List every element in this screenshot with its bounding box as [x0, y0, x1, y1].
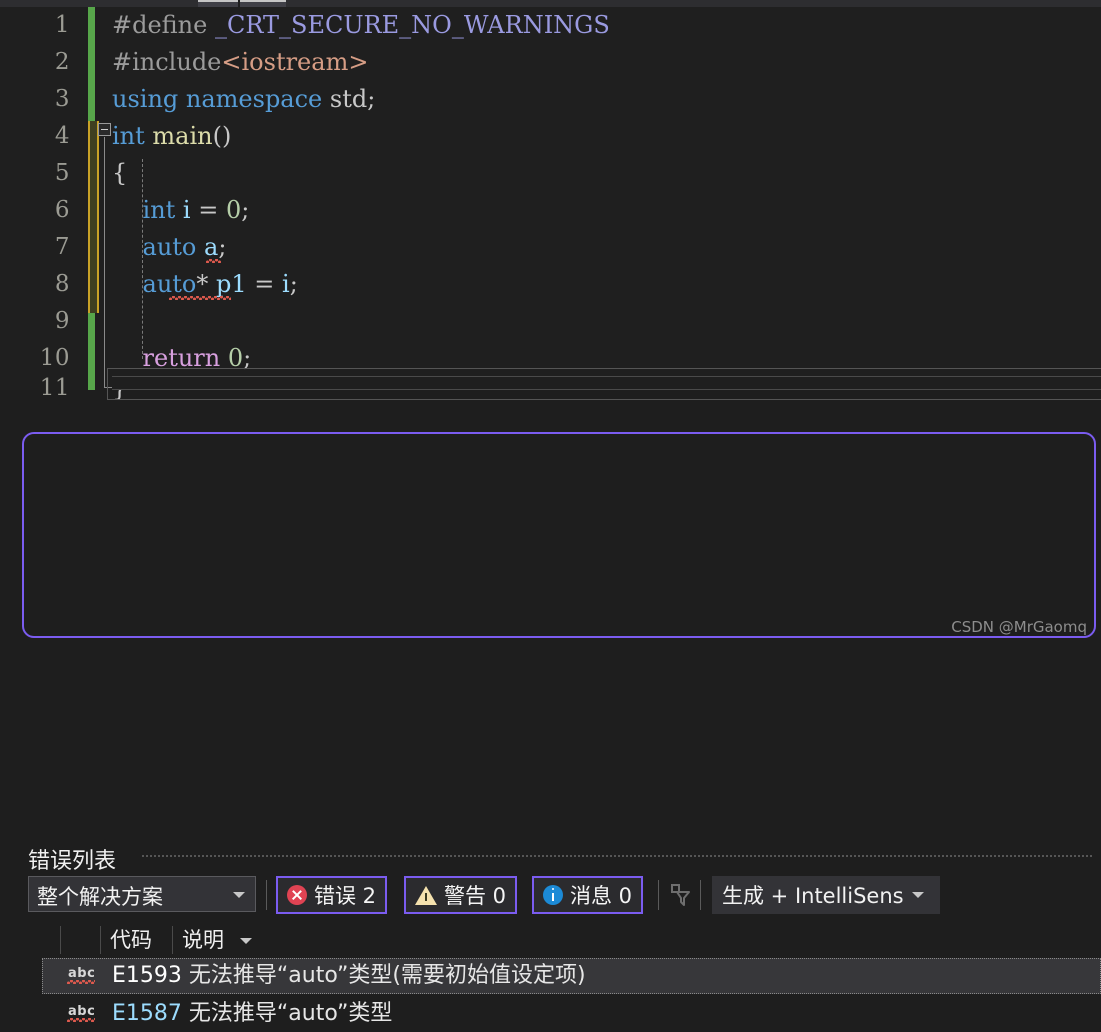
change-bar-unsaved	[88, 121, 99, 313]
column-separator	[60, 926, 61, 954]
column-separator	[100, 926, 101, 954]
error-row-code: E1587	[112, 1001, 182, 1026]
error-squiggle	[169, 296, 231, 300]
code-line: #include<iostream>	[112, 48, 369, 76]
error-list-column-headers: 代码 说明	[0, 924, 1101, 956]
error-list-title: 错误列表	[28, 849, 117, 874]
line-number: 2	[54, 49, 70, 75]
watermark: CSDN @MrGaomq	[951, 618, 1087, 636]
code-line: {	[112, 159, 128, 187]
error-list-toolbar: 整个解决方案 错误 2 警告 0 消息 0 生成 + IntelliSens	[0, 876, 1101, 918]
code-text-area[interactable]: #define _CRT_SECURE_NO_WARNINGS #include…	[107, 7, 1101, 402]
scope-filter-dropdown[interactable]: 整个解决方案	[28, 876, 256, 912]
code-line: using namespace std;	[112, 85, 376, 113]
editor-tab-strip	[0, 0, 1101, 7]
editor-horizontal-scrollbar[interactable]	[112, 376, 1101, 390]
panel-title-rail	[142, 855, 1093, 859]
line-number: 6	[54, 197, 70, 223]
change-bar-saved	[88, 7, 95, 121]
build-filter-value: 生成 + IntelliSens	[722, 884, 904, 908]
error-row-text: E1587 无法推导“auto”类型	[112, 996, 392, 1032]
error-row-description: 无法推导“auto”类型	[188, 1001, 393, 1026]
line-number: 1	[54, 12, 70, 38]
error-squiggle	[206, 259, 221, 263]
error-count-label: 错误 2	[314, 884, 377, 908]
error-row-code: E1593	[112, 963, 182, 988]
line-number: 4	[54, 123, 70, 149]
tab-divider	[238, 0, 240, 7]
error-list-panel: 错误列表 整个解决方案 错误 2 警告 0 消息 0 生成 + IntelliS…	[0, 400, 1101, 1026]
line-number: 3	[54, 86, 70, 112]
chevron-down-icon	[911, 892, 924, 898]
column-header-description[interactable]: 说明	[182, 924, 224, 956]
error-circle-icon	[287, 885, 307, 905]
change-bar-saved	[88, 313, 95, 390]
active-tab-accent	[198, 0, 286, 2]
chevron-down-icon	[233, 892, 245, 898]
scope-filter-value: 整个解决方案	[37, 885, 163, 909]
abc-squiggle-icon: abc	[66, 966, 98, 986]
message-count-label: 消息 0	[570, 884, 633, 908]
sort-caret-down-icon	[240, 938, 252, 944]
toolbar-separator	[266, 880, 267, 910]
code-line: int i = 0;	[112, 196, 250, 224]
active-tab-sliver[interactable]	[198, 0, 286, 7]
collapse-region-toggle[interactable]	[98, 123, 111, 136]
build-filter-dropdown[interactable]: 生成 + IntelliSens	[712, 876, 940, 914]
info-circle-icon	[543, 885, 563, 905]
table-row[interactable]: abc E1587 无法推导“auto”类型	[42, 996, 1101, 1032]
error-count-badge[interactable]: 错误 2	[276, 876, 388, 914]
table-row[interactable]: abc E1593 无法推导“auto”类型(需要初始值设定项)	[42, 958, 1101, 994]
toolbar-separator	[658, 880, 659, 910]
toolbar-separator	[700, 880, 701, 910]
line-number: 7	[54, 234, 70, 260]
line-number: 8	[54, 271, 70, 297]
collapse-region-line	[104, 137, 105, 387]
error-row-description: 无法推导“auto”类型(需要初始值设定项)	[188, 963, 586, 988]
column-separator	[172, 926, 173, 954]
abc-squiggle-icon: abc	[66, 1004, 98, 1024]
warning-triangle-icon	[415, 885, 437, 905]
code-line: #define _CRT_SECURE_NO_WARNINGS	[112, 11, 610, 39]
error-row-text: E1593 无法推导“auto”类型(需要初始值设定项)	[112, 958, 586, 994]
message-count-badge[interactable]: 消息 0	[532, 876, 644, 914]
warning-count-label: 警告 0	[444, 884, 507, 908]
editor-gutter: 1 2 3 4 5 6 7 8 9 10 11	[0, 7, 88, 401]
code-editor[interactable]: 1 2 3 4 5 6 7 8 9 10 11 #define _CRT_SEC…	[0, 7, 1101, 402]
line-number: 9	[54, 308, 70, 334]
filter-funnel-icon[interactable]	[668, 882, 694, 908]
line-number: 5	[54, 160, 70, 186]
app-window: 1 2 3 4 5 6 7 8 9 10 11 #define _CRT_SEC…	[0, 0, 1101, 1026]
code-line: int main()	[112, 122, 232, 150]
warning-count-badge[interactable]: 警告 0	[404, 876, 518, 914]
column-header-code[interactable]: 代码	[110, 924, 152, 956]
